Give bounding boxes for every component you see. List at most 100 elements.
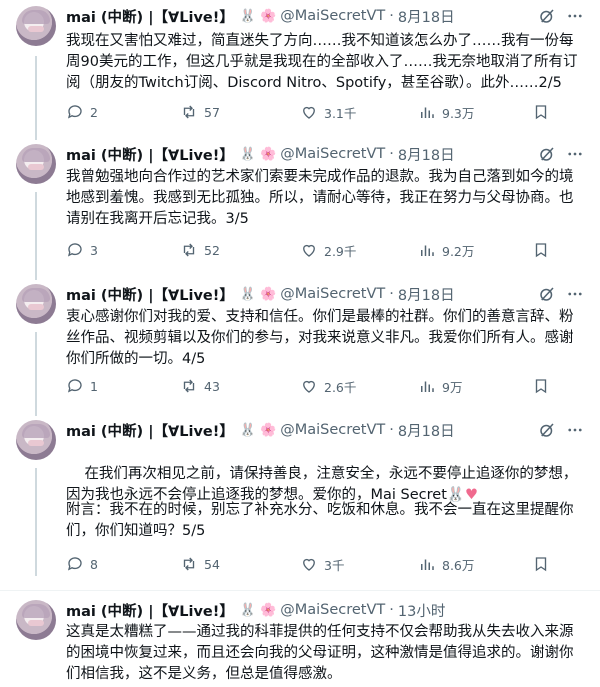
like-button[interactable]: 2.9千	[300, 241, 356, 260]
rabbit-emoji: 🐰	[239, 422, 257, 438]
bookmark-icon	[535, 105, 547, 120]
avatar[interactable]	[16, 6, 56, 46]
retweet-button[interactable]: 52	[180, 241, 220, 259]
tweet-date[interactable]: 8月18日	[398, 144, 455, 165]
reply-count: 1	[90, 378, 98, 394]
reply-button[interactable]: 2	[66, 103, 98, 121]
tweet-text: 衷心感谢你们对我的爱、支持和信任。你们是最棒的社群。你们的善意言辞、粉丝作品、视…	[66, 309, 574, 367]
views-icon	[421, 107, 434, 118]
views-button[interactable]: 9万	[418, 377, 462, 396]
flower-emoji: 🌸	[260, 286, 277, 302]
author-handle[interactable]: @MaiSecretVT	[280, 146, 385, 162]
like-button[interactable]: 3千	[300, 555, 344, 574]
retweet-icon	[183, 105, 195, 119]
bookmark-button[interactable]	[532, 555, 550, 573]
tweet-date[interactable]: 8月18日	[398, 420, 455, 441]
grok-icon[interactable]	[538, 145, 556, 163]
bookmark-button[interactable]	[532, 103, 550, 121]
author-name[interactable]: mai (中断) |【∀Live!】	[66, 600, 234, 621]
reply-button[interactable]: 8	[66, 555, 98, 573]
separator-dot: ·	[389, 146, 394, 162]
like-button[interactable]: 2.6千	[300, 377, 356, 396]
grok-icon[interactable]	[538, 7, 556, 25]
author-handle[interactable]: @MaiSecretVT	[280, 602, 385, 618]
reply-button[interactable]: 3	[66, 241, 98, 259]
tweet[interactable]: mai (中断) |【∀Live!】 🐰 🌸 @MaiSecretVT · 8月…	[0, 284, 600, 414]
author-name[interactable]: mai (中断) |【∀Live!】	[66, 144, 234, 165]
reply-button[interactable]: 1	[66, 377, 98, 395]
like-count: 3.1千	[324, 105, 357, 121]
tweet[interactable]: mai (中断) |【∀Live!】 🐰 🌸 @MaiSecretVT · 13…	[0, 600, 600, 687]
views-button[interactable]: 9.3万	[418, 103, 474, 122]
author-handle[interactable]: @MaiSecretVT	[280, 8, 385, 24]
views-button[interactable]: 8.6万	[418, 555, 474, 574]
author-name[interactable]: mai (中断) |【∀Live!】	[66, 420, 234, 441]
retweet-button[interactable]: 43	[180, 377, 220, 395]
tweet-actions: 2 57 3.1千 9.3万	[66, 102, 586, 122]
retweet-button[interactable]: 54	[180, 555, 220, 573]
retweet-icon	[183, 243, 195, 257]
tweet-header: mai (中断) |【∀Live!】 🐰 🌸 @MaiSecretVT · 13…	[66, 600, 445, 620]
reply-count: 2	[90, 104, 98, 120]
tweet-text: 我现在又害怕又难过，简直迷失了方向……我不知道该怎么办了……我有一份每周90美元…	[66, 33, 578, 91]
tweet-actions: 8 54 3千 8.6万	[66, 554, 586, 574]
tweet-text: 我曾勉强地向合作过的艺术家们索要未完成作品的退款。我为自己落到如今的境地感到羞愧…	[66, 169, 574, 227]
retweet-count: 54	[204, 556, 220, 572]
flower-emoji: 🌸	[260, 8, 277, 24]
bookmark-icon	[535, 379, 547, 394]
separator-dot: ·	[389, 422, 394, 438]
grok-icon[interactable]	[538, 285, 556, 303]
reply-icon	[67, 105, 82, 119]
more-icon[interactable]	[566, 7, 584, 25]
views-icon	[421, 381, 434, 392]
tweet-actions: 3 52 2.9千 9.2万	[66, 240, 586, 260]
bookmark-button[interactable]	[532, 241, 550, 259]
tweet-date[interactable]: 13小时	[398, 600, 445, 621]
more-icon[interactable]	[566, 421, 584, 439]
separator-dot: ·	[389, 8, 394, 24]
like-icon	[303, 380, 315, 393]
views-button[interactable]: 9.2万	[418, 241, 474, 260]
like-icon	[303, 106, 315, 119]
bookmark-button[interactable]	[532, 377, 550, 395]
retweet-button[interactable]: 57	[180, 103, 220, 121]
flower-emoji: 🌸	[260, 146, 277, 162]
more-icon[interactable]	[566, 145, 584, 163]
rabbit-emoji: 🐰	[239, 8, 257, 24]
reply-icon	[67, 243, 82, 257]
grok-icon[interactable]	[538, 421, 556, 439]
rabbit-emoji: 🐰	[239, 286, 257, 302]
tweet-date[interactable]: 8月18日	[398, 284, 455, 305]
tweet-text-ps: 附言：我不在的时候，别忘了补充水分、吃饭和休息。我不会一直在这里提醒你们，你们知…	[66, 502, 574, 539]
reply-count: 3	[90, 242, 98, 258]
separator-dot: ·	[389, 286, 394, 302]
more-icon[interactable]	[566, 285, 584, 303]
tweet[interactable]: mai (中断) |【∀Live!】 🐰 🌸 @MaiSecretVT · 8月…	[0, 6, 600, 136]
retweet-count: 52	[204, 242, 220, 258]
tweet-date[interactable]: 8月18日	[398, 6, 455, 27]
author-handle[interactable]: @MaiSecretVT	[280, 286, 385, 302]
avatar[interactable]	[16, 144, 56, 184]
retweet-icon	[183, 379, 195, 393]
author-name[interactable]: mai (中断) |【∀Live!】	[66, 284, 234, 305]
views-icon	[421, 559, 434, 570]
tweet[interactable]: mai (中断) |【∀Live!】 🐰 🌸 @MaiSecretVT · 8月…	[0, 420, 600, 582]
tweet[interactable]: mai (中断) |【∀Live!】 🐰 🌸 @MaiSecretVT · 8月…	[0, 144, 600, 274]
views-icon	[421, 245, 434, 256]
author-handle[interactable]: @MaiSecretVT	[280, 422, 385, 438]
like-count: 2.9千	[324, 243, 357, 259]
tweet-header: mai (中断) |【∀Live!】 🐰 🌸 @MaiSecretVT · 8月…	[66, 284, 455, 304]
tweet-header: mai (中断) |【∀Live!】 🐰 🌸 @MaiSecretVT · 8月…	[66, 144, 455, 164]
avatar[interactable]	[16, 420, 56, 460]
bookmark-icon	[535, 557, 547, 572]
separator-dot: ·	[389, 602, 394, 618]
tweet-header: mai (中断) |【∀Live!】 🐰 🌸 @MaiSecretVT · 8月…	[66, 420, 455, 440]
avatar[interactable]	[16, 600, 56, 640]
like-button[interactable]: 3.1千	[300, 103, 356, 122]
author-name[interactable]: mai (中断) |【∀Live!】	[66, 6, 234, 27]
tweet-actions: 1 43 2.6千 9万	[66, 376, 586, 396]
like-count: 2.6千	[324, 379, 357, 395]
rabbit-emoji: 🐰	[239, 146, 257, 162]
retweet-icon	[183, 557, 195, 571]
avatar[interactable]	[16, 284, 56, 324]
